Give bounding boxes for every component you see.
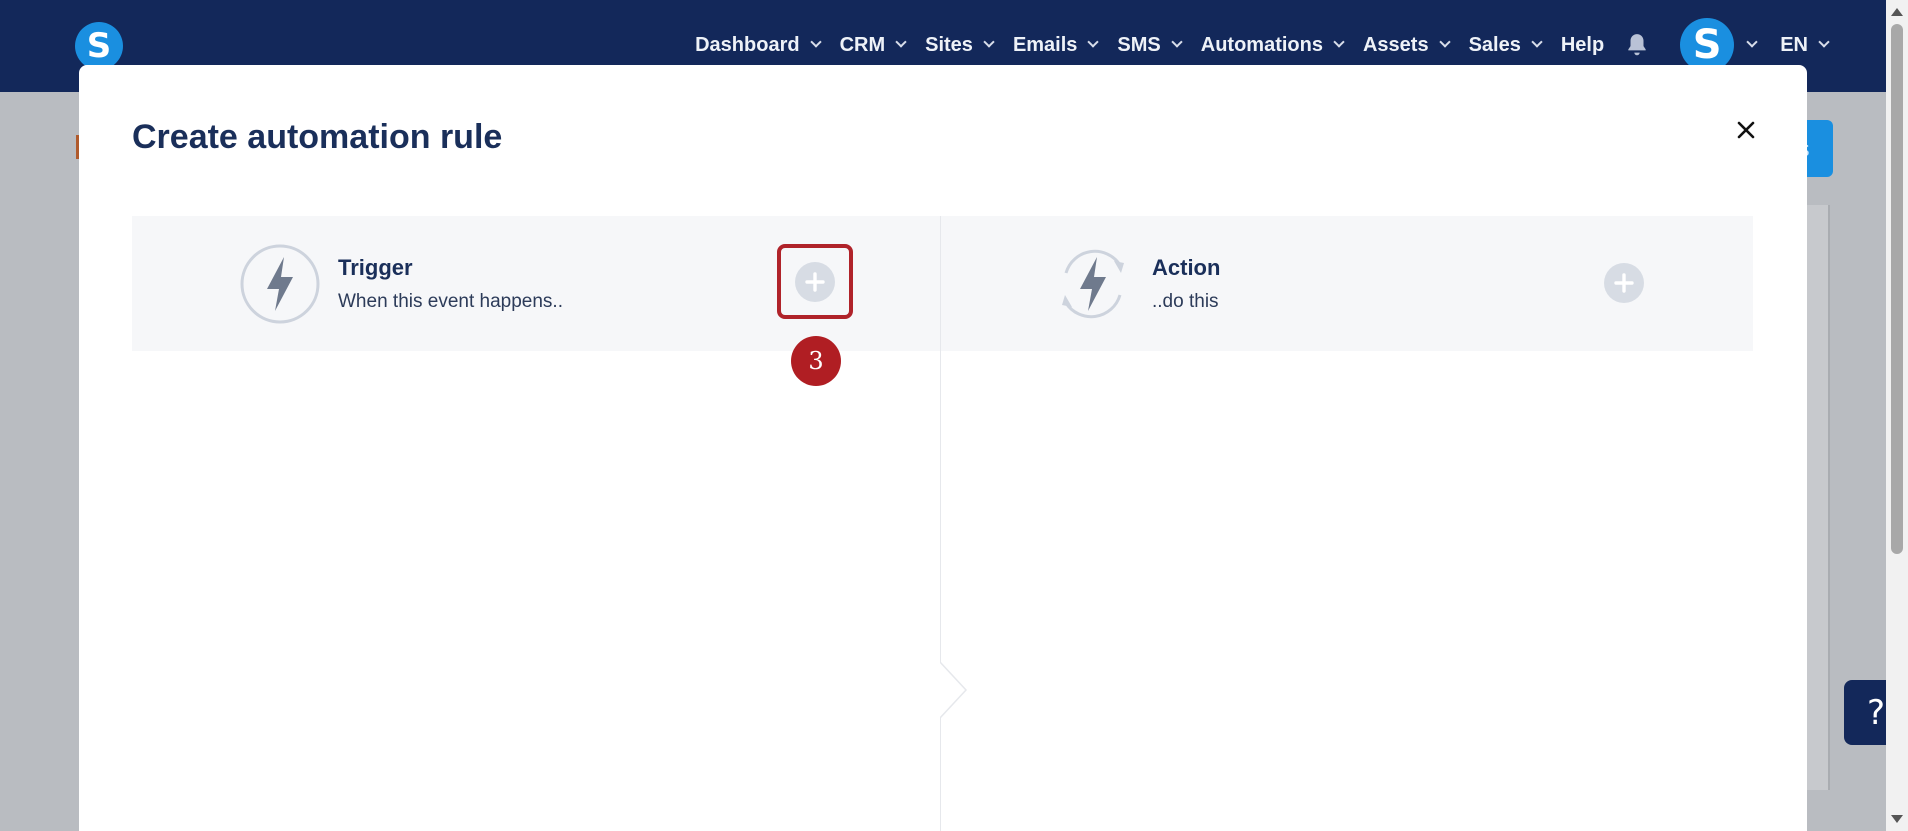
nav-help[interactable]: Help (1561, 34, 1604, 57)
lightning-bolt-icon (240, 244, 320, 324)
nav-dashboard[interactable]: Dashboard (695, 34, 822, 57)
scroll-thumb[interactable] (1891, 24, 1903, 554)
action-title: Action (1152, 255, 1221, 280)
plus-icon (1614, 273, 1634, 293)
nav-sales[interactable]: Sales (1469, 34, 1543, 57)
bell-icon[interactable] (1624, 32, 1650, 58)
scroll-down-arrow[interactable] (1891, 815, 1903, 823)
chevron-down-icon (1333, 36, 1345, 48)
chevron-down-icon (1531, 36, 1543, 48)
page-scrollbar[interactable] (1886, 0, 1908, 831)
lightning-refresh-icon (1062, 249, 1124, 319)
add-action-button[interactable] (1604, 263, 1644, 303)
app-logo[interactable]: S (75, 22, 123, 70)
chevron-down-icon (809, 36, 822, 48)
nav-sms[interactable]: SMS (1117, 34, 1183, 57)
chevron-down-icon (1818, 36, 1830, 48)
create-automation-rule-modal: Create automation rule Trigger When this… (79, 65, 1807, 831)
nav-sites[interactable]: Sites (925, 34, 995, 57)
tutorial-highlight-frame (777, 244, 853, 319)
nav-crm[interactable]: CRM (840, 34, 907, 57)
chevron-down-icon (1087, 36, 1100, 48)
chevron-down-icon (1438, 36, 1451, 48)
close-modal-button[interactable] (1731, 115, 1761, 145)
trigger-action-divider (940, 216, 941, 831)
chevron-down-icon (1171, 36, 1183, 48)
scroll-up-arrow[interactable] (1891, 8, 1903, 16)
rule-builder-header (132, 216, 1753, 351)
language-selector[interactable]: EN (1780, 34, 1830, 57)
nav-emails[interactable]: Emails (1013, 34, 1100, 57)
close-icon (1737, 121, 1755, 139)
divider-arrow (940, 662, 968, 718)
tutorial-step-badge: 3 (791, 336, 841, 386)
chevron-down-icon (895, 36, 907, 48)
user-avatar[interactable]: S (1680, 18, 1735, 72)
nav-automations[interactable]: Automations (1201, 34, 1345, 57)
chevron-down-icon (983, 36, 995, 48)
chevron-down-icon[interactable] (1746, 36, 1758, 48)
trigger-subtitle: When this event happens.. (338, 291, 563, 312)
modal-title: Create automation rule (132, 118, 503, 156)
action-subtitle: ..do this (1152, 291, 1219, 312)
nav-assets[interactable]: Assets (1363, 34, 1451, 57)
trigger-title: Trigger (338, 255, 413, 280)
